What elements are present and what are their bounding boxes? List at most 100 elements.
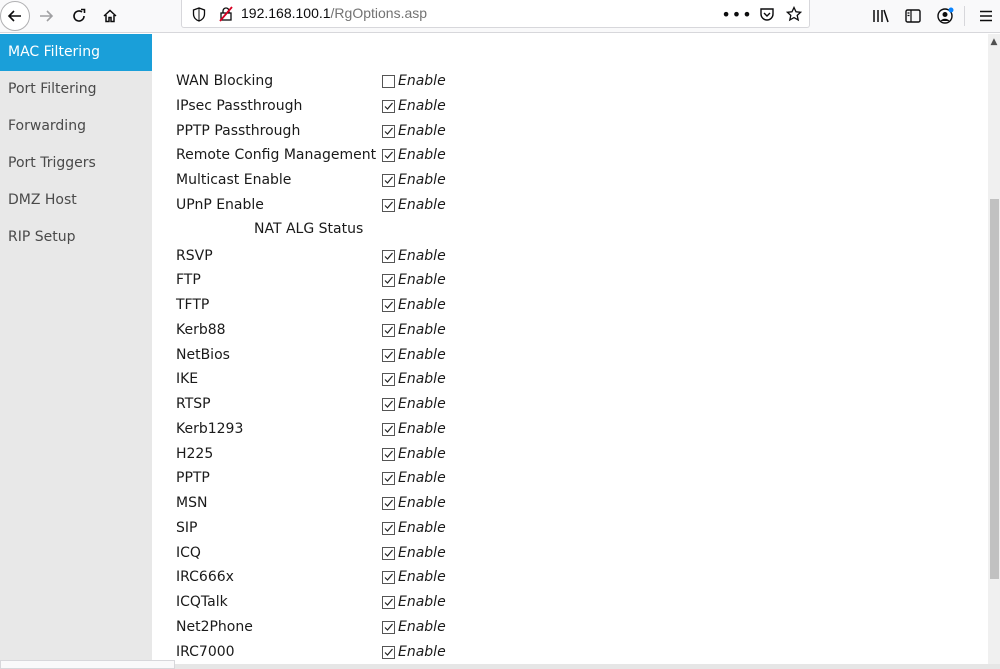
enable-checkbox[interactable] — [382, 521, 395, 535]
sidebar-item-rip-setup[interactable]: RIP Setup — [0, 219, 152, 256]
enable-checkbox[interactable] — [382, 620, 395, 634]
checkmark-icon — [384, 252, 393, 260]
option-label: IRC666x — [176, 569, 234, 586]
enable-label: Enable — [398, 297, 446, 313]
url-host: 192.168.100.1 — [241, 5, 331, 21]
enable-label: Enable — [398, 396, 446, 412]
checkmark-icon — [384, 201, 393, 209]
account-icon[interactable] — [933, 4, 957, 28]
enable-label: Enable — [398, 594, 446, 610]
enable-checkbox[interactable] — [382, 373, 395, 387]
enable-label: Enable — [398, 569, 446, 586]
option-label: SIP — [176, 519, 198, 536]
enable-label: Enable — [398, 643, 446, 660]
menu-hamburger-icon[interactable] — [974, 4, 998, 28]
enable-checkbox[interactable] — [382, 447, 395, 461]
option-row: WAN Blocking Enable — [176, 70, 576, 94]
enable-checkbox[interactable] — [382, 299, 395, 312]
home-icon[interactable] — [97, 3, 123, 29]
enable-checkbox[interactable] — [382, 398, 395, 411]
enable-checkbox[interactable] — [382, 497, 395, 510]
enable-label: Enable — [398, 420, 446, 437]
option-label: ICQ — [176, 544, 201, 561]
enable-checkbox[interactable] — [382, 472, 395, 486]
enable-label: Enable — [398, 97, 446, 114]
sidebar-item-dmz-host[interactable]: DMZ Host — [0, 182, 152, 219]
checkmark-icon — [384, 549, 393, 557]
enable-checkbox[interactable] — [382, 75, 395, 88]
scroll-up-arrow-icon[interactable]: ▲ — [988, 34, 1000, 50]
enable-label: Enable — [398, 371, 446, 388]
url-text[interactable]: 192.168.100.1/RgOptions.asp — [241, 5, 427, 21]
sidebar-item-forwarding[interactable]: Forwarding — [0, 108, 152, 145]
enable-label: Enable — [398, 247, 446, 264]
checkmark-icon — [384, 598, 393, 606]
vertical-scrollbar[interactable]: ▲ — [988, 34, 1000, 664]
checkmark-icon — [384, 102, 393, 110]
sidebar-item-port-filtering[interactable]: Port Filtering — [0, 71, 152, 108]
option-row: RSVP Enable — [176, 245, 576, 269]
sidebar-item-port-triggers[interactable]: Port Triggers — [0, 145, 152, 182]
option-row: PPTP Passthrough Enable — [176, 120, 576, 144]
horizontal-scrollbar[interactable] — [152, 664, 1000, 669]
bookmark-star-icon[interactable] — [785, 5, 803, 23]
enable-checkbox[interactable] — [382, 348, 395, 362]
enable-checkbox[interactable] — [382, 174, 395, 187]
enable-checkbox[interactable] — [382, 596, 395, 609]
url-path: /RgOptions.asp — [330, 5, 428, 21]
enable-checkbox[interactable] — [382, 422, 395, 436]
enable-label: Enable — [398, 122, 446, 139]
enable-checkbox[interactable] — [382, 249, 395, 263]
enable-checkbox[interactable] — [382, 274, 395, 288]
option-label: RSVP — [176, 247, 213, 264]
scrollbar-thumb[interactable] — [990, 199, 999, 579]
option-row: ICQTalk Enable — [176, 591, 576, 615]
back-arrow-icon[interactable] — [0, 1, 30, 31]
enable-checkbox[interactable] — [382, 571, 395, 585]
sidebar-nav: MAC Filtering Port Filtering Forwarding … — [0, 34, 152, 669]
option-label: H225 — [176, 445, 214, 462]
url-bar[interactable]: 192.168.100.1/RgOptions.asp ••• — [181, 0, 810, 28]
browser-toolbar: 192.168.100.1/RgOptions.asp ••• — [0, 0, 1000, 33]
enable-checkbox[interactable] — [382, 149, 395, 163]
checkmark-icon — [384, 450, 393, 458]
option-row: H225 Enable — [176, 443, 576, 467]
shield-icon[interactable] — [190, 5, 208, 23]
forward-arrow-icon[interactable] — [33, 3, 59, 29]
sidebar-item-mac-filtering[interactable]: MAC Filtering — [0, 34, 152, 71]
option-row: NetBios Enable — [176, 344, 576, 368]
option-row: IRC666x Enable — [176, 566, 576, 590]
enable-label: Enable — [398, 172, 446, 188]
checkmark-icon — [384, 474, 393, 483]
library-icon[interactable] — [869, 4, 893, 28]
sidebar-toggle-icon[interactable] — [901, 4, 925, 28]
enable-checkbox[interactable] — [382, 645, 395, 659]
enable-label: Enable — [398, 321, 446, 338]
enable-checkbox[interactable] — [382, 323, 395, 337]
option-row: FTP Enable — [176, 269, 576, 293]
enable-checkbox[interactable] — [382, 546, 395, 560]
enable-label: Enable — [398, 495, 446, 511]
option-row: Kerb88 Enable — [176, 319, 576, 343]
options-panel: WAN Blocking Enable IPsec Passthrough Enabl… — [152, 34, 988, 664]
insecure-lock-icon[interactable] — [217, 5, 235, 23]
option-row: ICQ Enable — [176, 542, 576, 566]
option-label: Remote Config Management — [176, 147, 377, 164]
option-label: IKE — [176, 371, 199, 388]
option-row: Remote Config Management Enable — [176, 144, 576, 168]
option-row: UPnP Enable Enable — [176, 194, 576, 218]
checkmark-icon — [384, 499, 393, 507]
reload-icon[interactable] — [66, 3, 92, 29]
option-label: Kerb88 — [176, 321, 226, 338]
nat-alg-section-title: NAT ALG Status — [254, 220, 364, 237]
option-label: ICQTalk — [176, 594, 228, 610]
option-label: PPTP Passthrough — [176, 122, 301, 139]
option-row: IKE Enable — [176, 368, 576, 392]
enable-checkbox[interactable] — [382, 198, 395, 212]
pocket-icon[interactable] — [758, 5, 776, 23]
enable-checkbox[interactable] — [382, 99, 395, 113]
enable-checkbox[interactable] — [382, 124, 395, 138]
enable-label: Enable — [398, 519, 446, 536]
option-row: RTSP Enable — [176, 393, 576, 417]
more-actions-icon[interactable]: ••• — [721, 5, 751, 24]
